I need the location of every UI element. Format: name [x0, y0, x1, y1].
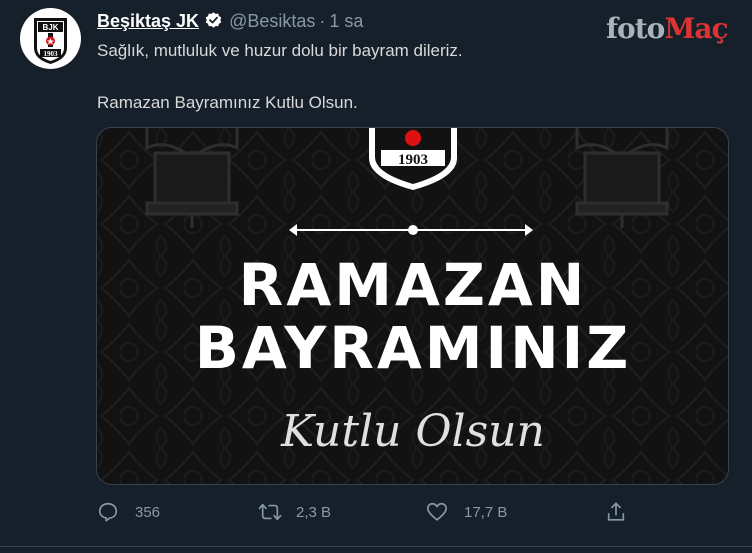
media-title-line1: RAMAZAN	[239, 251, 588, 319]
avatar[interactable]: BJK 1903	[20, 8, 81, 69]
avatar-letters: BJK	[42, 23, 58, 32]
verified-badge-icon	[204, 11, 223, 35]
tweet-text-line1: Sağlık, mutluluk ve huzur dolu bir bayra…	[97, 41, 463, 60]
reply-icon	[98, 502, 118, 522]
like-count: 17,7 B	[464, 503, 508, 521]
author-handle[interactable]: @Besiktas	[229, 11, 315, 31]
bottom-divider	[0, 546, 752, 547]
retweet-button[interactable]: 2,3 B	[258, 501, 331, 523]
reply-count: 356	[135, 503, 161, 521]
tweet-actions: 356 2,3 B 17,7 B	[0, 501, 752, 525]
tweet-time[interactable]: 1 sa	[329, 11, 363, 31]
retweet-count: 2,3 B	[296, 503, 332, 521]
share-button[interactable]	[605, 501, 627, 523]
fotomac-watermark: fotoMaç	[606, 12, 729, 45]
media-title-line2: BAYRAMINIZ	[195, 314, 632, 382]
watermark-part1: foto	[606, 12, 665, 45]
author-name[interactable]: Beşiktaş JK	[97, 11, 199, 31]
reply-button[interactable]: 356	[97, 501, 160, 523]
bjk-crest-icon: BJK 1903	[20, 8, 81, 69]
like-button[interactable]: 17,7 B	[426, 501, 507, 523]
tweet-header: Beşiktaş JK @Besiktas · 1 sa	[97, 11, 363, 35]
tweet-media[interactable]: 1903 RAMAZAN BAYRAMINIZ Kutlu Olsun	[96, 127, 729, 485]
watermark-part2: Maç	[664, 12, 728, 45]
share-icon	[607, 502, 625, 521]
heart-icon	[427, 502, 447, 521]
avatar-year: 1903	[44, 50, 59, 58]
tweet: BJK 1903 Beşiktaş JK @Besiktas · 1 sa fotoM…	[0, 0, 752, 553]
tweet-text-line2: Ramazan Bayramınız Kutlu Olsun.	[97, 93, 358, 112]
media-script-text: Kutlu Olsun	[280, 406, 545, 457]
retweet-icon	[258, 503, 282, 521]
emblem-year: 1903	[398, 152, 428, 168]
separator-dot: ·	[319, 11, 326, 31]
bayram-image: 1903 RAMAZAN BAYRAMINIZ Kutlu Olsun	[97, 128, 728, 484]
